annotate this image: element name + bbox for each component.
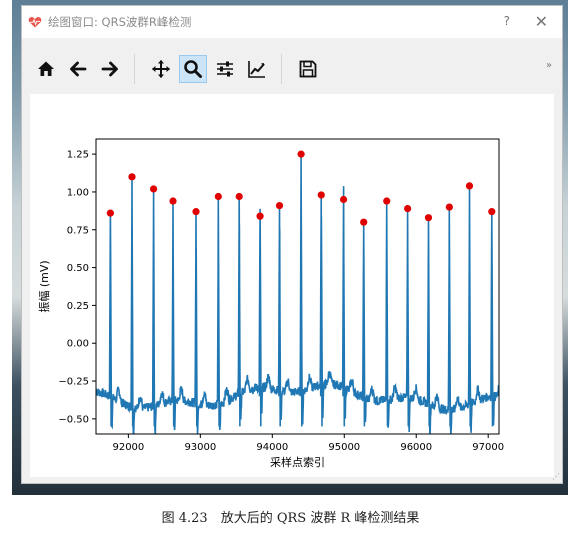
forward-button[interactable] (96, 55, 124, 83)
x-tick-label: 95000 (328, 442, 360, 453)
title-bar[interactable]: 绘图窗口: QRS波群R峰检测 ? ✕ (22, 6, 562, 38)
x-tick-label: 93000 (184, 442, 216, 453)
y-tick-label: −0.50 (58, 414, 89, 425)
r-peak-marker (214, 192, 222, 201)
edit-axis-button[interactable] (243, 55, 271, 83)
zoom-button[interactable] (179, 55, 207, 83)
save-button[interactable] (294, 55, 322, 83)
toolbar-separator (134, 54, 135, 84)
y-tick-label: 1.00 (67, 187, 89, 198)
save-icon (299, 60, 317, 78)
y-tick-label: 0.00 (67, 339, 89, 350)
r-peak-marker (465, 182, 474, 190)
r-peak-marker (383, 197, 391, 205)
toolbar-overflow-button[interactable]: » (546, 60, 552, 71)
plot-window: 绘图窗口: QRS波群R峰检测 ? ✕ » 92000 93000 94000 … (22, 6, 562, 483)
y-tick-label: 1.25 (67, 150, 89, 161)
app-heart-icon (28, 17, 42, 28)
zoom-icon (184, 60, 202, 78)
x-axis-label: 采样点索引 (270, 455, 325, 469)
pan-icon (152, 60, 170, 78)
r-peak-marker (128, 173, 136, 181)
y-axis-label: 振幅 (mV) (37, 260, 51, 312)
forward-arrow-icon (101, 61, 118, 77)
x-tick-label: 92000 (112, 442, 144, 453)
window-title: 绘图窗口: QRS波群R峰检测 (48, 15, 192, 29)
r-peak-marker (169, 197, 177, 205)
toolbar-separator (281, 54, 282, 84)
close-button[interactable]: ✕ (535, 12, 548, 31)
x-tick-label: 96000 (400, 442, 432, 453)
r-peak-marker (424, 214, 433, 222)
back-button[interactable] (64, 55, 92, 83)
configure-subplots-button[interactable] (211, 55, 239, 83)
r-peak-marker (235, 192, 243, 201)
r-peak-marker (275, 201, 284, 210)
x-tick-label: 97000 (472, 442, 504, 453)
r-peak-marker (297, 150, 305, 158)
y-tick-label: 0.50 (67, 263, 89, 274)
x-tick-label: 94000 (256, 442, 288, 453)
r-peak-marker (488, 208, 496, 216)
r-peak-marker (360, 218, 368, 226)
pan-button[interactable] (147, 55, 175, 83)
r-peak-marker (339, 195, 348, 204)
home-icon (38, 61, 54, 76)
figure-caption: 图 4.23 放大后的 QRS 波群 R 峰检测结果 (161, 511, 420, 526)
y-tick-label: 0.25 (67, 301, 89, 312)
ecg-signal-line (96, 154, 499, 434)
r-peak-marker (256, 212, 264, 220)
r-peak-marker (149, 185, 158, 193)
home-button[interactable] (32, 55, 60, 83)
help-button[interactable]: ? (504, 14, 510, 28)
configure-subplots-icon (217, 61, 233, 77)
r-peak-marker (192, 208, 200, 216)
y-tick-label: 0.75 (67, 225, 89, 236)
figure-canvas[interactable]: 92000 93000 94000 95000 96000 97000 1.25 1.00 0.… (30, 94, 554, 477)
resize-grip[interactable]: ⋰ (552, 472, 560, 481)
navigation-toolbar: » (22, 46, 562, 92)
r-peak-marker (445, 203, 453, 211)
r-peak-marker (404, 204, 412, 213)
y-tick-label: −0.25 (58, 377, 89, 388)
r-peak-marker (106, 209, 114, 217)
r-peak-marker (317, 191, 325, 199)
ecg-chart: 92000 93000 94000 95000 96000 97000 1.25 1.00 0.… (37, 138, 504, 469)
edit-axis-icon (248, 61, 265, 78)
back-arrow-icon (70, 61, 87, 77)
